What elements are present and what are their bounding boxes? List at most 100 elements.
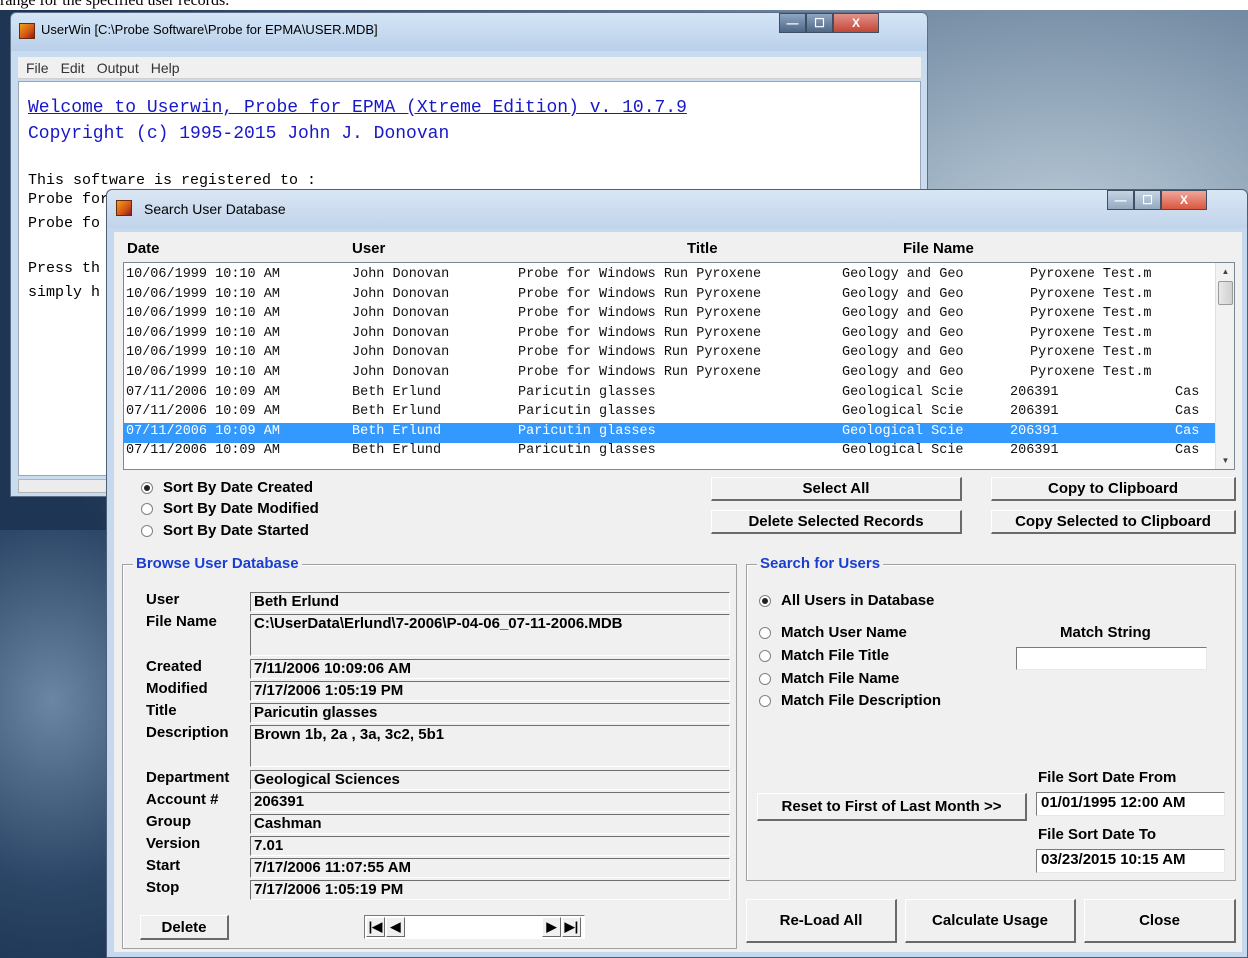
dialog-minimize-button[interactable]: —: [1107, 190, 1134, 210]
group-value: Cashman: [250, 814, 730, 834]
record-account: 206391: [1010, 404, 1059, 420]
record-title: Probe for Windows Run Pyroxene: [518, 267, 762, 282]
close-button[interactable]: X: [833, 13, 879, 33]
minimize-button[interactable]: —: [779, 13, 806, 33]
account-value: 206391: [250, 792, 730, 812]
match-string-input[interactable]: [1016, 647, 1207, 670]
date-from-input[interactable]: 01/01/1995 12:00 AM: [1036, 792, 1225, 816]
record-title: Probe for Windows Run Pyroxene: [518, 365, 762, 380]
records-scrollbar[interactable]: ▲ ▼: [1215, 263, 1234, 469]
match-file-title-radio[interactable]: Match File Title: [759, 647, 889, 664]
record-row[interactable]: 10/06/1999 10:10 AM John Donovan Probe for…: [124, 286, 1216, 306]
records-list[interactable]: 07/11/2006 10:09 AM Beth Erlund Paricutin …: [123, 262, 1235, 470]
record-date: 07/11/2006 10:09 AM: [126, 423, 280, 439]
record-dept: Geological Scie: [842, 404, 964, 420]
record-date: 10/06/1999 10:10 AM: [126, 325, 280, 341]
record-row[interactable]: 10/06/1999 10:10 AM John Donovan Probe for…: [124, 344, 1216, 364]
record-file: Pyroxene Test.m: [1030, 345, 1152, 361]
record-group: Cas: [1175, 423, 1200, 439]
radio-icon: [759, 626, 771, 639]
dialog-close-button[interactable]: X: [1161, 190, 1207, 210]
record-row[interactable]: 07/11/2006 10:09 AM Beth Erlund Paricutin …: [124, 384, 1216, 404]
record-dept: Geology and Geo: [842, 286, 964, 302]
match-file-description-radio[interactable]: Match File Description: [759, 692, 941, 709]
record-navigator[interactable]: |◀ ◀ ▶ ▶|: [364, 915, 585, 939]
userwin-title: UserWin [C:\Probe Software\Probe for EPM…: [41, 22, 378, 37]
record-row[interactable]: 07/11/2006 10:09 AM Beth Erlund Paricutin …: [124, 442, 1216, 462]
reload-all-button[interactable]: Re-Load All: [746, 899, 897, 943]
maximize-button[interactable]: ☐: [806, 13, 833, 33]
record-dept: Geological Scie: [842, 443, 964, 459]
user-value: Beth Erlund: [250, 592, 730, 612]
prev-record-icon[interactable]: ◀: [386, 917, 405, 937]
copy-to-clipboard-button[interactable]: Copy to Clipboard: [991, 477, 1236, 501]
title-label: Title: [146, 702, 177, 719]
search-group-title: Search for Users: [757, 555, 884, 572]
date-to-label: File Sort Date To: [1038, 826, 1157, 843]
date-to-input[interactable]: 03/23/2015 10:15 AM: [1036, 849, 1225, 873]
last-record-icon[interactable]: ▶|: [562, 917, 581, 937]
menu-output[interactable]: Output: [97, 60, 139, 76]
title-value: Paricutin glasses: [250, 703, 730, 723]
record-row[interactable]: 10/06/1999 10:10 AM John Donovan Probe for…: [124, 305, 1216, 325]
copy-selected-to-clipboard-button[interactable]: Copy Selected to Clipboard: [991, 510, 1236, 534]
record-user: Beth Erlund: [352, 384, 442, 400]
select-all-button[interactable]: Select All: [711, 477, 962, 501]
modified-value: 7/17/2006 1:05:19 PM: [250, 681, 730, 701]
menu-file[interactable]: File: [26, 60, 49, 76]
record-row[interactable]: 10/06/1999 10:10 AM John Donovan Probe for…: [124, 364, 1216, 384]
menu-help[interactable]: Help: [151, 60, 180, 76]
record-file: Pyroxene Test.m: [1030, 365, 1152, 380]
record-dept: Geology and Geo: [842, 267, 964, 282]
app-icon: [19, 23, 35, 39]
userwin-titlebar[interactable]: UserWin [C:\Probe Software\Probe for EPM…: [11, 13, 927, 51]
record-title: Probe for Windows Run Pyroxene: [518, 345, 762, 361]
sort-modified-label: Sort By Date Modified: [163, 500, 319, 517]
first-record-icon[interactable]: |◀: [366, 917, 385, 937]
column-title: Title: [687, 240, 718, 257]
stop-value: 7/17/2006 1:05:19 PM: [250, 880, 730, 900]
record-dept: Geology and Geo: [842, 306, 964, 322]
scroll-up-icon[interactable]: ▲: [1216, 263, 1234, 280]
record-row[interactable]: 10/06/1999 10:10 AM John Donovan Probe for…: [124, 266, 1216, 286]
record-user: John Donovan: [352, 306, 450, 322]
user-label: User: [146, 591, 180, 608]
match-file-name-radio[interactable]: Match File Name: [759, 670, 899, 687]
record-date: 10/06/1999 10:10 AM: [126, 267, 280, 282]
menu-edit[interactable]: Edit: [61, 60, 85, 76]
sort-started-label: Sort By Date Started: [163, 522, 309, 539]
delete-selected-records-button[interactable]: Delete Selected Records: [711, 510, 962, 534]
record-dept: Geological Scie: [842, 423, 964, 439]
record-row[interactable]: 07/11/2006 10:09 AM Beth Erlund Paricutin …: [124, 422, 1216, 443]
all-users-radio[interactable]: All Users in Database: [759, 592, 934, 609]
record-dept: Geology and Geo: [842, 365, 964, 380]
match-file-title-label: Match File Title: [781, 647, 890, 664]
close-button-dialog[interactable]: Close: [1084, 899, 1236, 943]
calculate-usage-button[interactable]: Calculate Usage: [905, 899, 1076, 943]
record-row[interactable]: 10/06/1999 10:10 AM John Donovan Probe for…: [124, 325, 1216, 345]
dialog-maximize-button[interactable]: ☐: [1134, 190, 1161, 210]
created-value: 7/11/2006 10:09:06 AM: [250, 659, 730, 679]
radio-icon: [759, 649, 771, 662]
group-label: Group: [146, 813, 191, 830]
match-user-name-radio[interactable]: Match User Name: [759, 624, 907, 641]
record-file: Pyroxene Test.m: [1030, 286, 1152, 302]
delete-button[interactable]: Delete: [140, 915, 229, 940]
radio-checked-icon: [141, 481, 153, 494]
scroll-thumb[interactable]: [1218, 281, 1233, 305]
record-row[interactable]: 07/11/2006 10:09 AM Beth Erlund Paricutin …: [124, 403, 1216, 423]
record-dept: Geology and Geo: [842, 325, 964, 341]
next-record-icon[interactable]: ▶: [542, 917, 561, 937]
scroll-down-icon[interactable]: ▼: [1216, 452, 1234, 469]
sort-created-radio[interactable]: Sort By Date Created: [141, 479, 313, 496]
record-user: John Donovan: [352, 267, 450, 282]
record-user: John Donovan: [352, 365, 450, 380]
simply-line: simply h: [28, 284, 101, 301]
record-date: 10/06/1999 10:10 AM: [126, 286, 280, 302]
dialog-titlebar[interactable]: Search User Database — ☐ X: [107, 190, 1247, 228]
sort-started-radio[interactable]: Sort By Date Started: [141, 522, 309, 539]
sort-modified-radio[interactable]: Sort By Date Modified: [141, 500, 319, 517]
created-label: Created: [146, 658, 202, 675]
reset-to-first-of-last-month-button[interactable]: Reset to First of Last Month >>: [757, 793, 1027, 821]
search-for-users-group: Search for Users All Users in Database M…: [746, 555, 1236, 881]
